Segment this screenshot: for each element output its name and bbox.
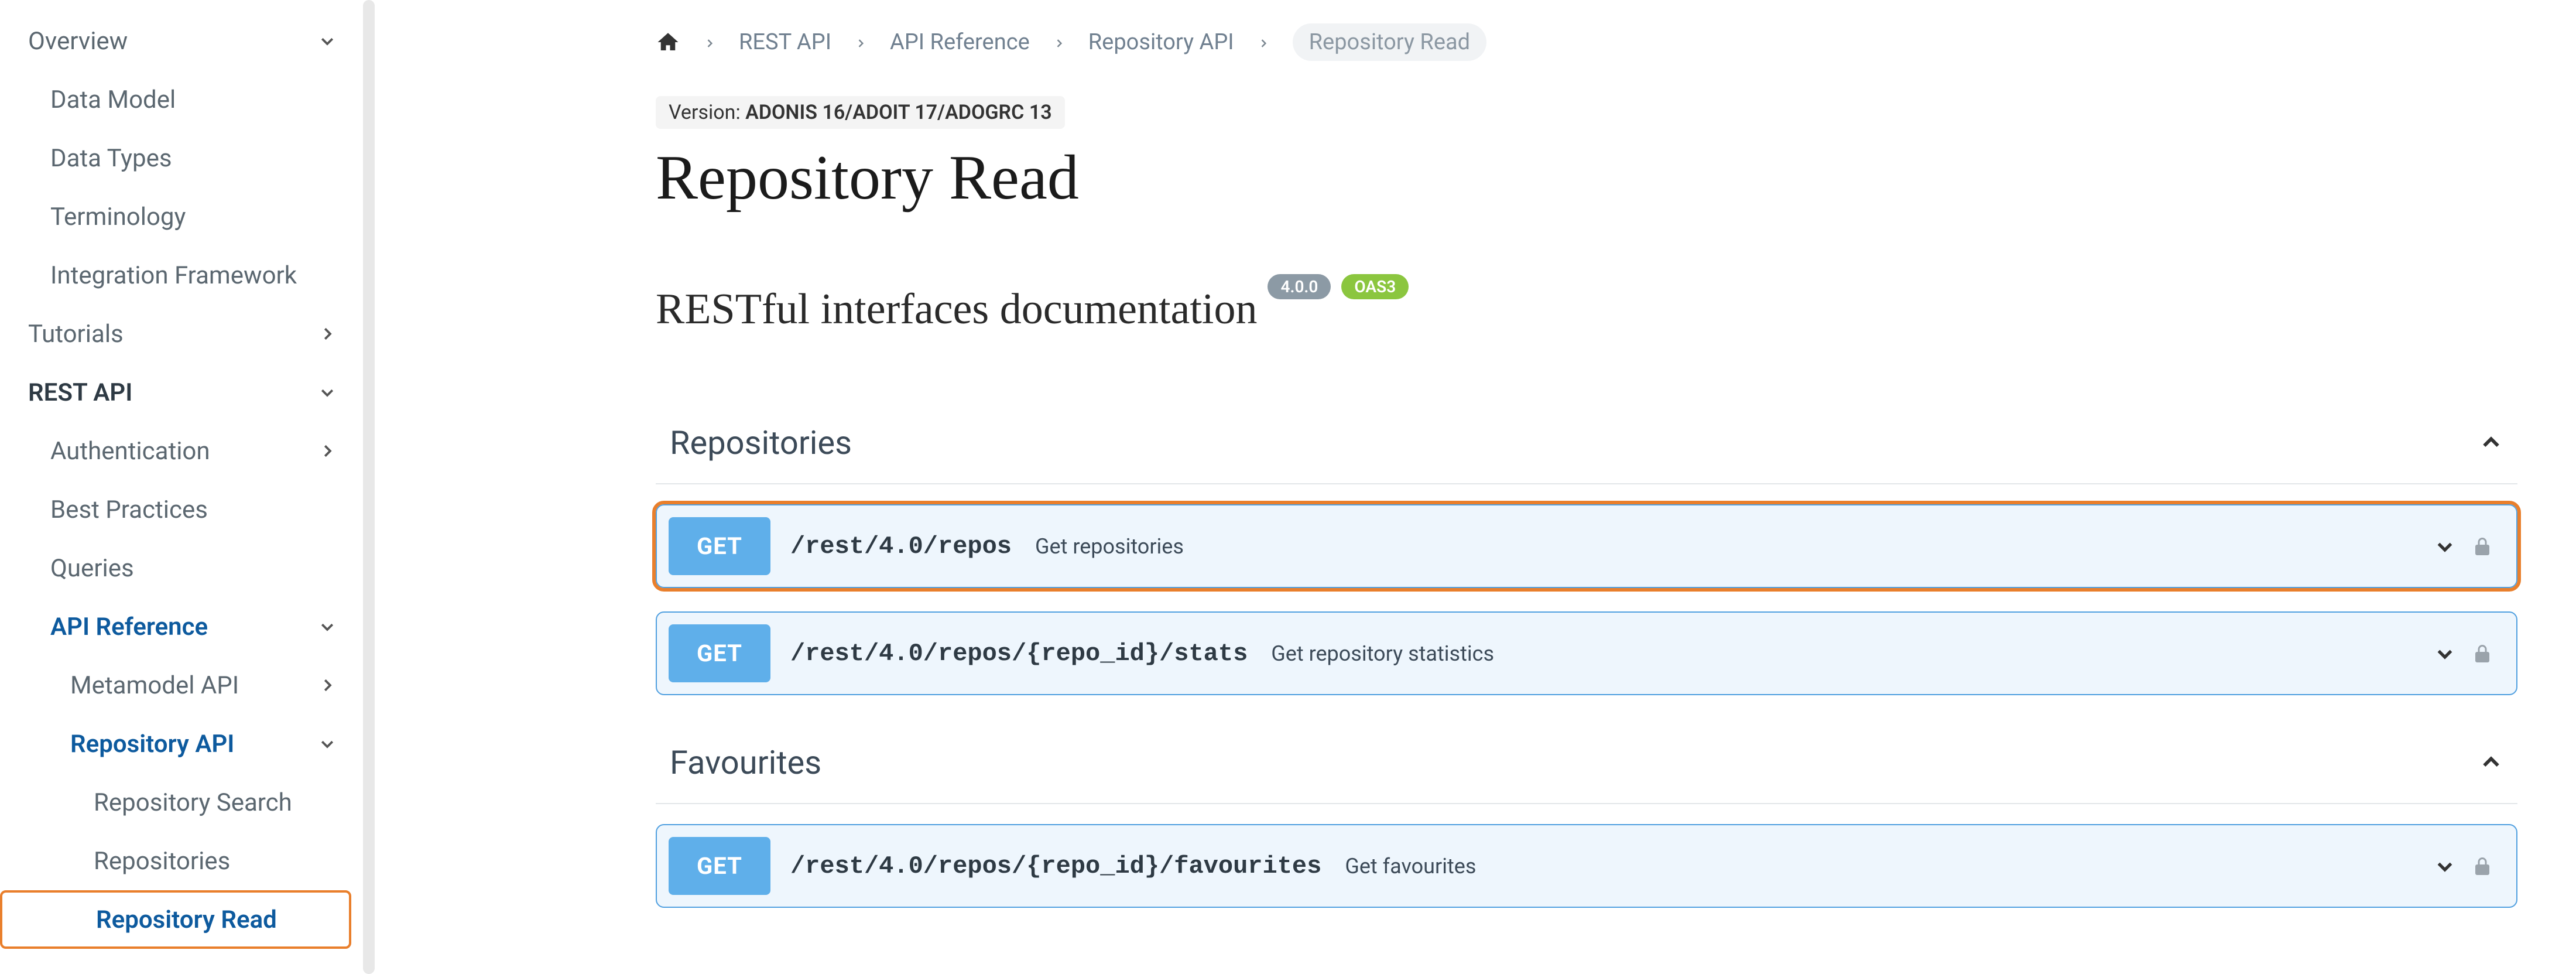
sidebar-item-label: REST API xyxy=(28,378,132,407)
sidebar-item-tutorials[interactable]: Tutorials xyxy=(0,305,375,363)
section-header-favourites[interactable]: Favourites xyxy=(656,736,2517,804)
sidebar-item-integration-framework[interactable]: Integration Framework xyxy=(0,246,375,305)
lock-icon[interactable] xyxy=(2472,535,2493,558)
sidebar-item-label: Repository API xyxy=(70,730,234,758)
endpoint-description: Get repositories xyxy=(1035,534,1184,559)
sidebar-item-label: Overview xyxy=(28,27,128,56)
section-header-repositories[interactable]: Repositories xyxy=(656,416,2517,484)
http-method: GET xyxy=(669,837,770,895)
chevron-down-icon xyxy=(315,732,340,756)
breadcrumb-current: Repository Read xyxy=(1293,23,1486,61)
breadcrumb-rest-api[interactable]: REST API xyxy=(739,29,831,55)
sidebar-item-terminology[interactable]: Terminology xyxy=(0,187,375,246)
sidebar-item-label: Terminology xyxy=(50,203,186,231)
version-label: Version: xyxy=(669,101,745,124)
http-method: GET xyxy=(669,624,770,682)
endpoint-path: /rest/4.0/repos/{repo_id}/stats xyxy=(790,640,1248,668)
sidebar-item-label: Best Practices xyxy=(50,495,208,524)
chevron-right-icon xyxy=(315,439,340,463)
chevron-right-icon xyxy=(855,29,866,55)
sidebar-item-authentication[interactable]: Authentication xyxy=(0,422,375,480)
sidebar-item-repository-search[interactable]: Repository Search xyxy=(0,773,375,832)
sidebar-item-repository-api[interactable]: Repository API xyxy=(0,715,375,773)
main-content: REST API API Reference Repository API Re… xyxy=(375,0,2576,974)
endpoint-path: /rest/4.0/repos/{repo_id}/favourites xyxy=(790,852,1321,880)
sidebar-item-repositories[interactable]: Repositories xyxy=(0,832,375,890)
section-title: Favourites xyxy=(670,743,821,782)
home-icon[interactable] xyxy=(656,30,680,54)
sidebar-item-label: Repositories xyxy=(94,847,230,876)
sidebar-item-overview[interactable]: Overview xyxy=(0,12,375,70)
chevron-down-icon xyxy=(315,380,340,405)
chevron-right-icon xyxy=(315,673,340,698)
sidebar-item-data-model[interactable]: Data Model xyxy=(0,70,375,129)
chevron-up-icon xyxy=(2479,430,2503,455)
chevron-right-icon xyxy=(315,322,340,346)
sidebar-item-label: Repository Search xyxy=(94,788,292,817)
subtitle: RESTful interfaces documentation xyxy=(656,285,1257,334)
sidebar-item-label: Queries xyxy=(50,554,134,583)
breadcrumb: REST API API Reference Repository API Re… xyxy=(656,23,2517,61)
endpoint-description: Get favourites xyxy=(1345,854,1476,879)
chevron-down-icon[interactable] xyxy=(2434,536,2455,557)
sidebar-item-label: Tutorials xyxy=(28,320,124,348)
sidebar-item-label: Metamodel API xyxy=(70,671,239,700)
sidebar-item-repository-read[interactable]: Repository Read xyxy=(0,890,351,949)
api-version-badge: 4.0.0 xyxy=(1268,274,1331,299)
oas-spec-badge: OAS3 xyxy=(1341,274,1409,299)
endpoint-get-favourites[interactable]: GET /rest/4.0/repos/{repo_id}/favourites… xyxy=(656,824,2517,908)
version-value: ADONIS 16/ADOIT 17/ADOGRC 13 xyxy=(745,101,1052,124)
section-repositories: Repositories GET /rest/4.0/repos Get rep… xyxy=(656,416,2517,695)
sidebar-item-label: Data Types xyxy=(50,144,172,173)
section-favourites: Favourites GET /rest/4.0/repos/{repo_id}… xyxy=(656,736,2517,908)
chevron-down-icon xyxy=(315,29,340,53)
sidebar-item-label: Repository Read xyxy=(96,905,277,934)
chevron-right-icon xyxy=(1258,29,1269,55)
chevron-down-icon xyxy=(315,614,340,639)
endpoint-get-repo-stats[interactable]: GET /rest/4.0/repos/{repo_id}/stats Get … xyxy=(656,611,2517,695)
chevron-right-icon xyxy=(704,29,715,55)
page-title: Repository Read xyxy=(656,142,2517,214)
chevron-right-icon xyxy=(1053,29,1065,55)
sidebar-item-metamodel-api[interactable]: Metamodel API xyxy=(0,656,375,715)
breadcrumb-api-reference[interactable]: API Reference xyxy=(890,29,1030,55)
sidebar-item-rest-api[interactable]: REST API xyxy=(0,363,375,422)
sidebar-item-queries[interactable]: Queries xyxy=(0,539,375,597)
subtitle-row: RESTful interfaces documentation 4.0.0 O… xyxy=(656,285,2517,334)
sidebar-item-data-types[interactable]: Data Types xyxy=(0,129,375,187)
sidebar-item-label: API Reference xyxy=(50,613,208,641)
endpoint-path: /rest/4.0/repos xyxy=(790,532,1012,561)
sidebar-item-label: Authentication xyxy=(50,437,210,466)
breadcrumb-repository-api[interactable]: Repository API xyxy=(1088,29,1234,55)
endpoint-description: Get repository statistics xyxy=(1271,641,1494,666)
sidebar-item-label: Integration Framework xyxy=(50,261,297,290)
version-pill: Version: ADONIS 16/ADOIT 17/ADOGRC 13 xyxy=(656,96,1065,129)
chevron-down-icon[interactable] xyxy=(2434,856,2455,877)
sidebar-item-label: Data Model xyxy=(50,86,176,114)
lock-icon[interactable] xyxy=(2472,642,2493,665)
section-title: Repositories xyxy=(670,423,852,462)
lock-icon[interactable] xyxy=(2472,855,2493,878)
sidebar-item-api-reference[interactable]: API Reference xyxy=(0,597,375,656)
endpoint-get-repos[interactable]: GET /rest/4.0/repos Get repositories xyxy=(656,504,2517,588)
chevron-up-icon xyxy=(2479,750,2503,775)
chevron-down-icon[interactable] xyxy=(2434,643,2455,664)
sidebar: Overview Data Model Data Types Terminolo… xyxy=(0,0,375,974)
http-method: GET xyxy=(669,517,770,575)
sidebar-item-best-practices[interactable]: Best Practices xyxy=(0,480,375,539)
